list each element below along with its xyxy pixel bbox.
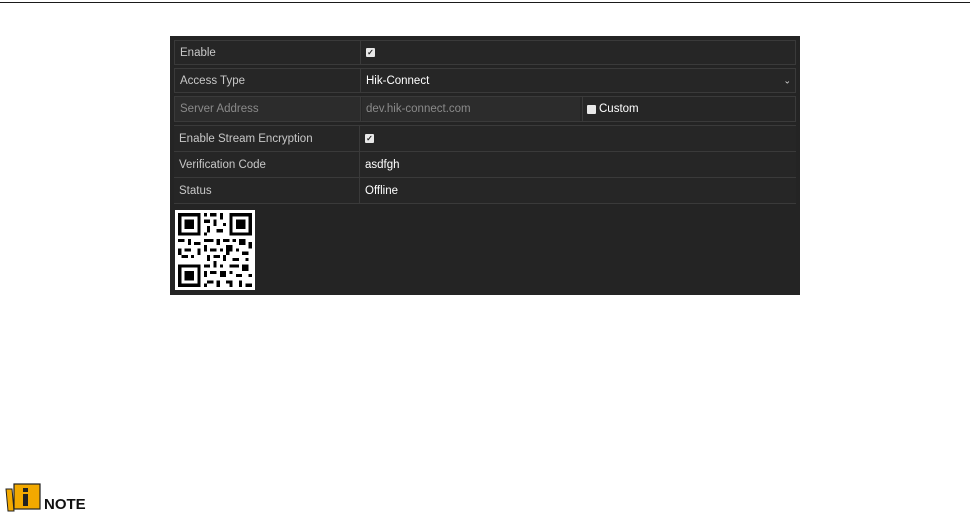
enable-checkbox[interactable]: ✓: [366, 48, 375, 57]
custom-checkbox[interactable]: [587, 104, 596, 114]
note-label: NOTE: [44, 495, 86, 513]
status-row: Status Offline: [174, 178, 796, 203]
stream-encryption-row: Enable Stream Encryption ✓: [174, 126, 796, 152]
access-type-label: Access Type: [175, 69, 361, 92]
verification-code-field[interactable]: asdfgh: [361, 152, 796, 177]
server-address-label: Server Address: [175, 97, 361, 121]
status-value: Offline: [361, 178, 796, 203]
note-callout: NOTE: [4, 480, 86, 514]
stream-encryption-value: ✓: [361, 126, 796, 151]
encryption-group: Enable Stream Encryption ✓ Verification …: [174, 125, 796, 204]
access-type-row: Access Type Hik-Connect ⌄: [174, 68, 796, 93]
check-icon: ✓: [367, 48, 374, 57]
check-icon: ✓: [366, 134, 373, 143]
verification-code-value: asdfgh: [365, 158, 400, 171]
access-type-value: Hik-Connect: [366, 74, 430, 87]
chevron-down-icon: ⌄: [783, 75, 791, 85]
note-book-icon: [4, 481, 44, 513]
top-rule: [0, 2, 970, 3]
access-type-dropdown[interactable]: Hik-Connect ⌄: [362, 69, 795, 92]
custom-toggle[interactable]: Custom: [582, 97, 795, 121]
server-address-field[interactable]: dev.hik-connect.com: [362, 97, 580, 121]
enable-value: ✓: [362, 41, 795, 64]
verification-code-label: Verification Code: [174, 152, 360, 177]
server-address-row: Server Address dev.hik-connect.com Custo…: [174, 96, 796, 122]
enable-label: Enable: [175, 41, 361, 64]
enable-row: Enable ✓: [174, 40, 796, 65]
status-text: Offline: [365, 184, 399, 197]
stream-encryption-checkbox[interactable]: ✓: [365, 134, 374, 143]
custom-label: Custom: [599, 103, 639, 115]
qr-code-icon: [175, 210, 255, 290]
status-label: Status: [174, 178, 360, 203]
server-address-value: dev.hik-connect.com: [366, 103, 471, 115]
stream-encryption-label: Enable Stream Encryption: [174, 126, 360, 151]
hik-connect-settings-panel: Enable ✓ Access Type Hik-Connect ⌄ Serve…: [170, 36, 800, 295]
verification-code-row: Verification Code asdfgh: [174, 152, 796, 178]
